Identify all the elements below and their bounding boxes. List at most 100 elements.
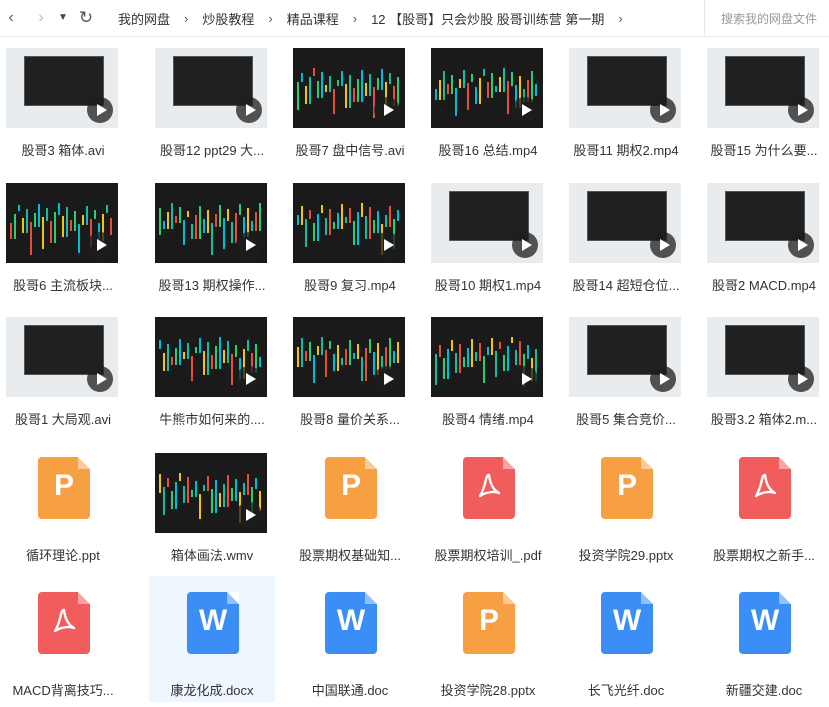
candle-bar bbox=[163, 221, 165, 229]
candle-bar bbox=[369, 207, 371, 239]
file-item[interactable]: 股票期权培训_.pdf bbox=[425, 441, 551, 567]
file-item[interactable]: 股哥8 量价关系... bbox=[287, 305, 413, 431]
file-name: MACD背离技巧... bbox=[12, 683, 114, 698]
play-icon[interactable] bbox=[788, 97, 814, 123]
candle-bar bbox=[381, 69, 383, 90]
file-item[interactable]: 股哥7 盘中信号.avi bbox=[287, 36, 413, 162]
file-item[interactable]: 股哥3.2 箱体2.m... bbox=[701, 305, 827, 431]
candle-bar bbox=[305, 351, 307, 361]
play-icon[interactable] bbox=[236, 232, 262, 258]
chevron-right-icon[interactable]: › bbox=[612, 11, 628, 26]
acrobat-icon bbox=[478, 473, 501, 498]
play-icon[interactable] bbox=[788, 232, 814, 258]
play-icon[interactable] bbox=[650, 97, 676, 123]
play-icon[interactable] bbox=[512, 366, 538, 392]
candle-bar bbox=[483, 356, 485, 383]
play-icon[interactable] bbox=[236, 366, 262, 392]
candle-bar bbox=[207, 210, 209, 233]
file-item[interactable]: 股哥16 总结.mp4 bbox=[425, 36, 551, 162]
candle-bar bbox=[397, 210, 399, 221]
play-icon[interactable] bbox=[87, 97, 113, 123]
file-name: 股哥3 箱体.avi bbox=[21, 143, 105, 158]
play-icon[interactable] bbox=[374, 97, 400, 123]
play-icon[interactable] bbox=[374, 232, 400, 258]
candle-bar bbox=[321, 205, 323, 213]
candle-bar bbox=[377, 211, 379, 233]
file-type-glyph: W bbox=[198, 604, 228, 637]
file-item[interactable]: 股哥9 复习.mp4 bbox=[287, 171, 413, 297]
search-input[interactable]: 搜索我的网盘文件 bbox=[704, 0, 829, 36]
candle-bar bbox=[471, 74, 473, 82]
video-thumbnail bbox=[293, 48, 405, 128]
file-item[interactable]: 股哥6 主流板块... bbox=[0, 171, 126, 297]
file-item[interactable]: W 中国联通.doc bbox=[287, 576, 413, 702]
breadcrumb-item[interactable]: 我的网盘 bbox=[110, 9, 178, 28]
file-item[interactable]: 股哥12 ppt29 大... bbox=[149, 36, 275, 162]
candle-bar bbox=[301, 206, 303, 225]
chevron-left-icon[interactable]: ‹ bbox=[2, 8, 20, 28]
file-name: 循环理论.ppt bbox=[26, 548, 100, 563]
file-item[interactable]: P 投资学院28.pptx bbox=[425, 576, 551, 702]
candle-bar bbox=[231, 488, 233, 501]
candle-bar bbox=[337, 80, 339, 86]
file-item[interactable]: W 新疆交建.doc bbox=[701, 576, 827, 702]
acrobat-icon bbox=[754, 473, 777, 498]
candle-bar bbox=[345, 217, 347, 223]
candle-bar bbox=[301, 338, 303, 367]
file-item[interactable]: 股哥11 期权2.mp4 bbox=[563, 36, 689, 162]
breadcrumb-item[interactable]: 炒股教程 bbox=[194, 9, 262, 28]
file-item[interactable]: 股哥2 MACD.mp4 bbox=[701, 171, 827, 297]
candle-bar bbox=[179, 339, 181, 365]
file-item[interactable]: 箱体画法.wmv bbox=[149, 441, 275, 567]
chevron-right-icon[interactable]: › bbox=[32, 8, 50, 28]
video-thumbnail bbox=[155, 453, 267, 533]
candle-bar bbox=[10, 223, 12, 239]
file-item[interactable]: P 投资学院29.pptx bbox=[563, 441, 689, 567]
candle-bar bbox=[459, 79, 461, 88]
play-icon[interactable] bbox=[87, 366, 113, 392]
play-icon[interactable] bbox=[512, 97, 538, 123]
candle-bar bbox=[18, 205, 20, 211]
play-icon[interactable] bbox=[236, 97, 262, 123]
candle-bar bbox=[159, 208, 161, 235]
video-thumbnail bbox=[707, 317, 819, 397]
file-item[interactable]: 牛熊市如何来的.... bbox=[149, 305, 275, 431]
candle-bar bbox=[74, 211, 76, 231]
play-icon[interactable] bbox=[512, 232, 538, 258]
file-item[interactable]: 股哥14 超短仓位... bbox=[563, 171, 689, 297]
play-icon[interactable] bbox=[236, 502, 262, 528]
candle-bar bbox=[187, 477, 189, 503]
file-item[interactable]: 股哥3 箱体.avi bbox=[0, 36, 126, 162]
candle-bar bbox=[373, 352, 375, 375]
file-item[interactable]: 股哥15 为什么要... bbox=[701, 36, 827, 162]
candle-bar bbox=[223, 350, 225, 363]
file-item[interactable]: P 循环理论.ppt bbox=[0, 441, 126, 567]
file-item[interactable]: 股哥13 期权操作... bbox=[149, 171, 275, 297]
file-item[interactable]: MACD背离技巧... bbox=[0, 576, 126, 702]
play-icon[interactable] bbox=[788, 366, 814, 392]
breadcrumb-item[interactable]: 精品课程 bbox=[279, 9, 347, 28]
file-item[interactable]: P 股票期权基础知... bbox=[287, 441, 413, 567]
candle-bar bbox=[321, 72, 323, 98]
caret-down-icon[interactable]: ▼ bbox=[56, 8, 70, 28]
file-item[interactable]: 股哥5 集合竞价... bbox=[563, 305, 689, 431]
play-icon[interactable] bbox=[650, 232, 676, 258]
play-icon[interactable] bbox=[87, 232, 113, 258]
candle-bar bbox=[219, 493, 221, 507]
play-icon[interactable] bbox=[374, 366, 400, 392]
candle-bar bbox=[317, 81, 319, 98]
play-icon[interactable] bbox=[650, 366, 676, 392]
breadcrumb-item[interactable]: 12 【股哥】只会炒股 股哥训练营 第一期 bbox=[363, 9, 612, 28]
file-item[interactable]: W 长飞光纤.doc bbox=[563, 576, 689, 702]
candle-bar bbox=[527, 345, 529, 359]
file-item[interactable]: 股哥4 情绪.mp4 bbox=[425, 305, 551, 431]
candle-bar bbox=[223, 484, 225, 507]
file-item[interactable]: W 康龙化成.docx bbox=[149, 576, 275, 702]
file-name: 股哥12 ppt29 大... bbox=[159, 143, 265, 158]
video-thumbnail bbox=[569, 183, 681, 263]
file-item[interactable]: 股哥10 期权1.mp4 bbox=[425, 171, 551, 297]
refresh-icon[interactable]: ↻ bbox=[77, 8, 95, 28]
candle-bar bbox=[385, 215, 387, 227]
file-item[interactable]: 股哥1 大局观.avi bbox=[0, 305, 126, 431]
file-item[interactable]: 股票期权之新手... bbox=[701, 441, 827, 567]
